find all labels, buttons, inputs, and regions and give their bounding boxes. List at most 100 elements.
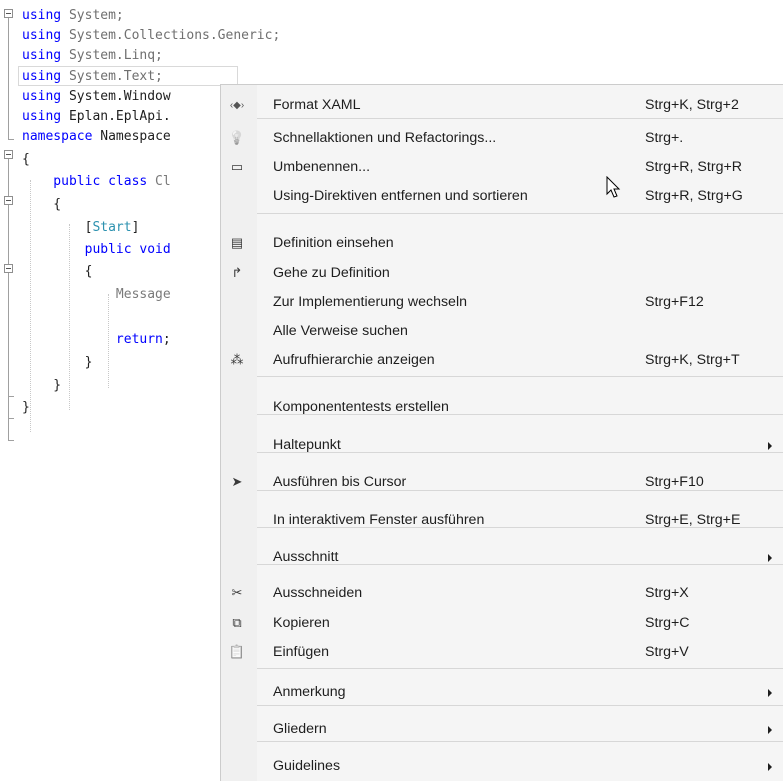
code-line[interactable]: { [22,195,61,215]
submenu-arrow-icon [768,442,772,450]
menu-item-shortcut: Strg+K, Strg+2 [645,97,739,113]
menu-item-label: Zur Implementierung wechseln [273,294,467,310]
menu-item-label: Ausführen bis Cursor [273,474,407,490]
cut-icon: ✂ [231,585,243,600]
menu-item-label: Definition einsehen [273,235,394,251]
code-line[interactable]: using System; [22,6,124,26]
menu-item-label: Umbenennen... [273,159,371,175]
menu-item-using-direktiven-entfernen-und-sortieren[interactable]: Using-Direktiven entfernen und sortieren… [221,180,783,212]
submenu-arrow-icon [768,726,772,734]
copy-icon: ⧉ [232,615,242,630]
go-to-definition-icon: ↱ [231,265,243,280]
menu-item-label: Using-Direktiven entfernen und sortieren [273,188,528,204]
fold-toggle-method[interactable] [4,264,13,273]
menu-item-shortcut: Strg+R, Strg+G [645,188,743,204]
fold-end-method [8,396,14,397]
menu-item-kopieren[interactable]: ⧉ Kopieren Strg+C [221,607,783,639]
menu-item-label: Haltepunkt [273,437,341,453]
code-line[interactable]: using System.Linq; [22,46,163,66]
code-line[interactable]: using Eplan.EplApi. [22,107,171,127]
code-line[interactable]: using System.Window [22,87,171,107]
code-token: Namespace [92,129,171,144]
code-token: ; [162,332,171,347]
menu-item-shortcut: Strg+F10 [645,474,704,490]
menu-item-label: Format XAML [273,97,361,113]
code-token: Eplan.EplApi. [61,109,171,124]
menu-item-label: Aufrufhierarchie anzeigen [273,352,435,368]
menu-item-ausschneiden[interactable]: ✂ Ausschneiden Strg+X [221,577,783,609]
code-token: using [22,48,62,63]
code-line[interactable]: } [22,398,30,418]
code-token: namespace [22,129,93,144]
submenu-arrow-icon [768,763,772,771]
peek-definition-icon: ▤ [230,235,244,250]
code-line[interactable]: } [22,376,61,396]
menu-item-komponententests-erstellen[interactable]: Komponententests erstellen [221,391,783,423]
code-line[interactable]: public void [22,240,171,260]
menu-item-label: Komponententests erstellen [273,399,449,415]
menu-item-shortcut: Strg+K, Strg+T [645,352,740,368]
code-token: [ [22,220,93,235]
lightbulb-icon: 💡 [228,130,246,145]
menu-item-in-interaktivem-fenster-ausführen[interactable]: In interaktivem Fenster ausführen Strg+E,… [221,504,783,536]
code-line[interactable]: using System.Text; [18,66,238,86]
menu-item-umbenennen[interactable]: ▭ Umbenennen... Strg+R, Strg+R [221,151,783,183]
code-token: Cl [147,174,171,189]
menu-item-shortcut: Strg+. [645,130,684,146]
menu-item-anmerkung[interactable]: Anmerkung [221,676,783,708]
menu-item-label: Ausschnitt [273,549,339,565]
menu-separator [257,213,783,214]
menu-item-definition-einsehen[interactable]: ▤ Definition einsehen [221,227,783,259]
menu-item-label: Einfügen [273,644,330,660]
menu-item-format-xaml[interactable]: ‹◆› Format XAML Strg+K, Strg+2 [221,89,783,121]
code-token: using [22,109,62,124]
paste-icon: 📋 [228,644,246,659]
menu-item-label: Gliedern [273,721,327,737]
code-token: using [22,8,62,23]
menu-item-gehe-zu-definition[interactable]: ↱ Gehe zu Definition [221,257,783,289]
code-token: } [22,355,93,370]
code-token: return [22,332,163,347]
code-line[interactable]: namespace Namespace [22,127,171,147]
code-token: { [22,264,93,279]
fold-line-usings [8,18,9,140]
menu-item-zur-implementierung-wechseln[interactable]: Zur Implementierung wechseln Strg+F12 [221,286,783,318]
code-token: System.Window [61,89,171,104]
menu-item-label: Guidelines [273,758,341,774]
code-token: using [22,69,62,84]
code-token: Message [22,287,171,302]
code-token: public void [22,242,171,257]
menu-item-einfügen[interactable]: 📋 Einfügen Strg+V [221,636,783,668]
fold-toggle-namespace[interactable] [4,150,13,159]
menu-item-shortcut: Strg+V [645,644,689,660]
fold-toggle-class[interactable] [4,196,13,205]
menu-item-ausschnitt[interactable]: Ausschnitt [221,541,783,573]
code-token: { [22,152,30,167]
fold-end-namespace [8,440,14,441]
code-token: System.Collections.Generic; [61,28,281,43]
menu-item-ausführen-bis-cursor[interactable]: ➤ Ausführen bis Cursor Strg+F10 [221,466,783,498]
fold-toggle-usings[interactable] [4,9,13,18]
menu-item-shortcut: Strg+X [645,585,689,601]
menu-item-schnellaktionen-und-refactorings[interactable]: 💡 Schnellaktionen und Refactorings... Strg… [221,122,783,154]
code-line[interactable]: return; [22,330,171,350]
code-token: { [22,197,62,212]
menu-item-guidelines[interactable]: Guidelines [221,750,783,782]
menu-item-haltepunkt[interactable]: Haltepunkt [221,429,783,461]
code-token: using [22,28,62,43]
code-line[interactable]: Message [22,285,171,305]
submenu-arrow-icon [768,689,772,697]
call-hierarchy-icon: ⁂ [230,352,244,367]
code-line[interactable]: } [22,353,93,373]
menu-item-gliedern[interactable]: Gliedern [221,713,783,745]
code-line[interactable]: using System.Collections.Generic; [22,26,280,46]
menu-item-alle-verweise-suchen[interactable]: Alle Verweise suchen [221,315,783,347]
code-line[interactable]: public class Cl [22,172,171,192]
code-line[interactable]: { [22,262,93,282]
menu-item-aufrufhierarchie-anzeigen[interactable]: ⁂ Aufrufhierarchie anzeigen Strg+K, Strg+T [221,344,783,376]
code-line[interactable]: { [22,150,30,170]
menu-item-label: Gehe zu Definition [273,265,390,281]
menu-item-shortcut: Strg+C [645,615,690,631]
fold-end-usings [8,139,14,140]
code-line[interactable]: [Start] [22,218,140,238]
